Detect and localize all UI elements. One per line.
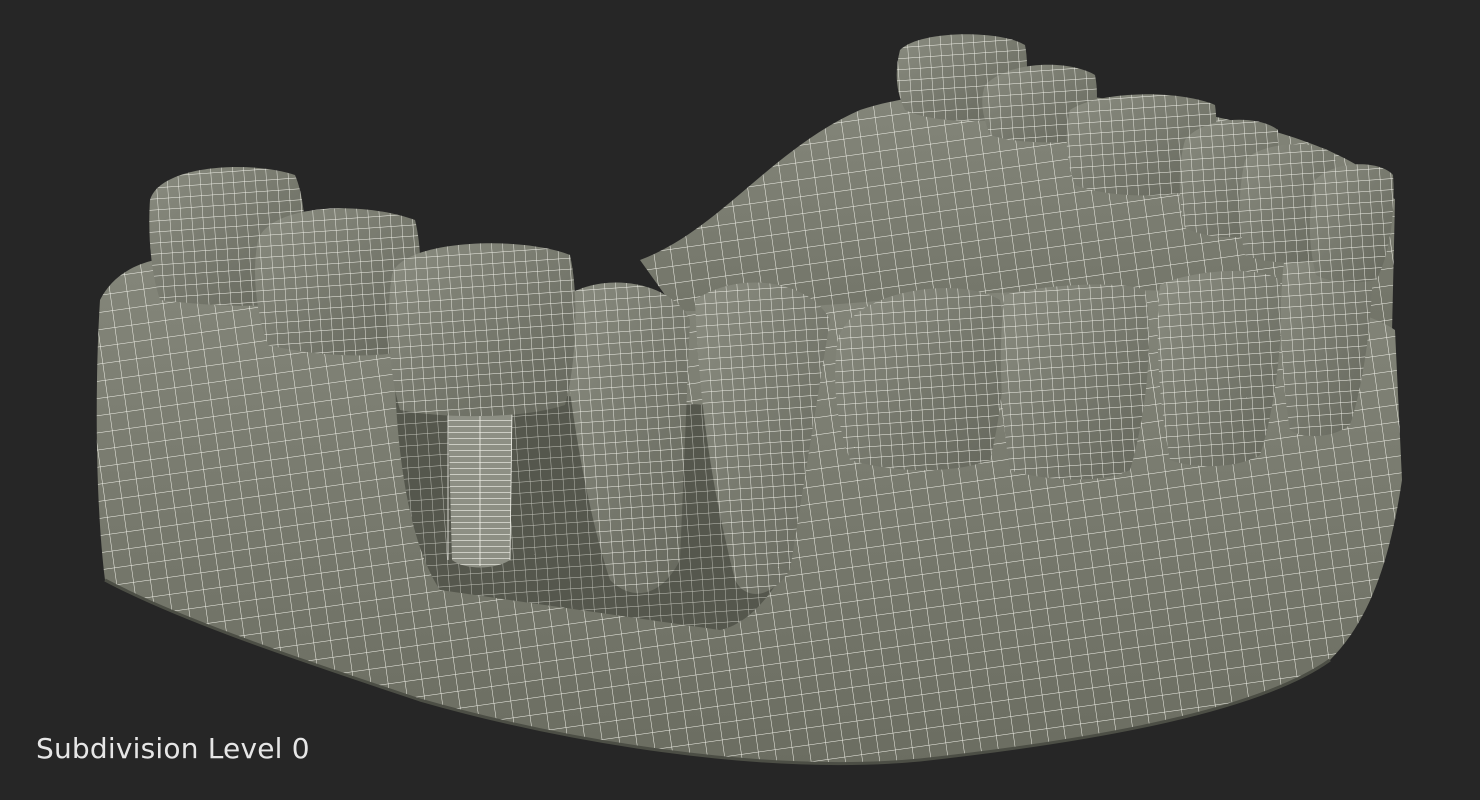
subdivision-level-label: Subdivision Level 0 [36,732,310,765]
render-viewport: Subdivision Level 0 [0,0,1480,800]
dental-model-render [96,34,1403,766]
implant-screw [447,409,513,568]
